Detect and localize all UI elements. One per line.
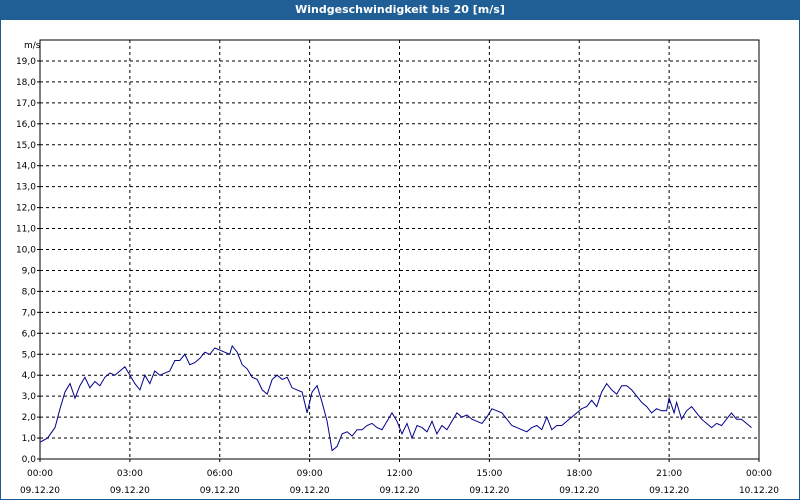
y-tick-label: 8,0 bbox=[22, 287, 37, 297]
x-tick-date: 09.12.20 bbox=[110, 486, 150, 496]
x-tick-date: 09.12.20 bbox=[469, 486, 509, 496]
y-tick-label: 16,0 bbox=[16, 120, 36, 130]
x-axis: 00:00 09.12.20 03:00 09.12.20 06:00 09.12.20 0… bbox=[20, 459, 779, 496]
y-tick-label: 7,0 bbox=[22, 308, 37, 318]
y-tick-label: 1,0 bbox=[22, 434, 37, 444]
x-tick-date: 10.12.20 bbox=[739, 486, 779, 496]
x-tick-time: 00:00 bbox=[27, 469, 53, 479]
x-tick-time: 15:00 bbox=[476, 469, 502, 479]
y-tick-label: 9,0 bbox=[22, 266, 37, 276]
x-tick-date: 09.12.20 bbox=[559, 486, 599, 496]
y-tick-label: 14,0 bbox=[16, 162, 36, 172]
x-tick-date: 09.12.20 bbox=[379, 486, 419, 496]
x-tick-time: 18:00 bbox=[566, 469, 592, 479]
x-tick-date: 09.12.20 bbox=[290, 486, 330, 496]
y-tick-label: 10,0 bbox=[16, 246, 36, 256]
y-tick-label: 5,0 bbox=[22, 350, 37, 360]
y-tick-label: 19,0 bbox=[16, 57, 36, 67]
x-tick-date: 09.12.20 bbox=[200, 486, 240, 496]
y-tick-label: 0,0 bbox=[22, 455, 37, 465]
y-tick-label: 2,0 bbox=[22, 413, 37, 423]
y-tick-label: 17,0 bbox=[16, 99, 36, 109]
x-tick-date: 09.12.20 bbox=[649, 486, 689, 496]
x-tick-time: 21:00 bbox=[656, 469, 682, 479]
x-tick-time: 09:00 bbox=[297, 469, 323, 479]
y-tick-label: 3,0 bbox=[22, 392, 37, 402]
y-tick-label: 13,0 bbox=[16, 183, 36, 193]
x-tick-time: 03:00 bbox=[117, 469, 143, 479]
x-tick-time: 00:00 bbox=[746, 469, 772, 479]
x-tick-time: 12:00 bbox=[387, 469, 413, 479]
x-tick-time: 06:00 bbox=[207, 469, 233, 479]
y-axis: 0,0 1,0 2,0 3,0 4,0 5,0 6,0 7,0 8,0 9,0 10,0 11,0 12… bbox=[16, 57, 40, 465]
y-tick-label: 15,0 bbox=[16, 141, 36, 151]
y-tick-label: 18,0 bbox=[16, 78, 36, 88]
y-tick-label: 11,0 bbox=[16, 225, 36, 235]
y-axis-label: m/s bbox=[24, 41, 41, 51]
y-tick-label: 4,0 bbox=[22, 371, 37, 381]
x-tick-date: 09.12.20 bbox=[20, 486, 60, 496]
y-tick-label: 6,0 bbox=[22, 329, 37, 339]
line-chart: 0,0 1,0 2,0 3,0 4,0 5,0 6,0 7,0 8,0 9,0 10,0 11,0 12… bbox=[16, 39, 779, 496]
y-tick-label: 12,0 bbox=[16, 204, 36, 214]
